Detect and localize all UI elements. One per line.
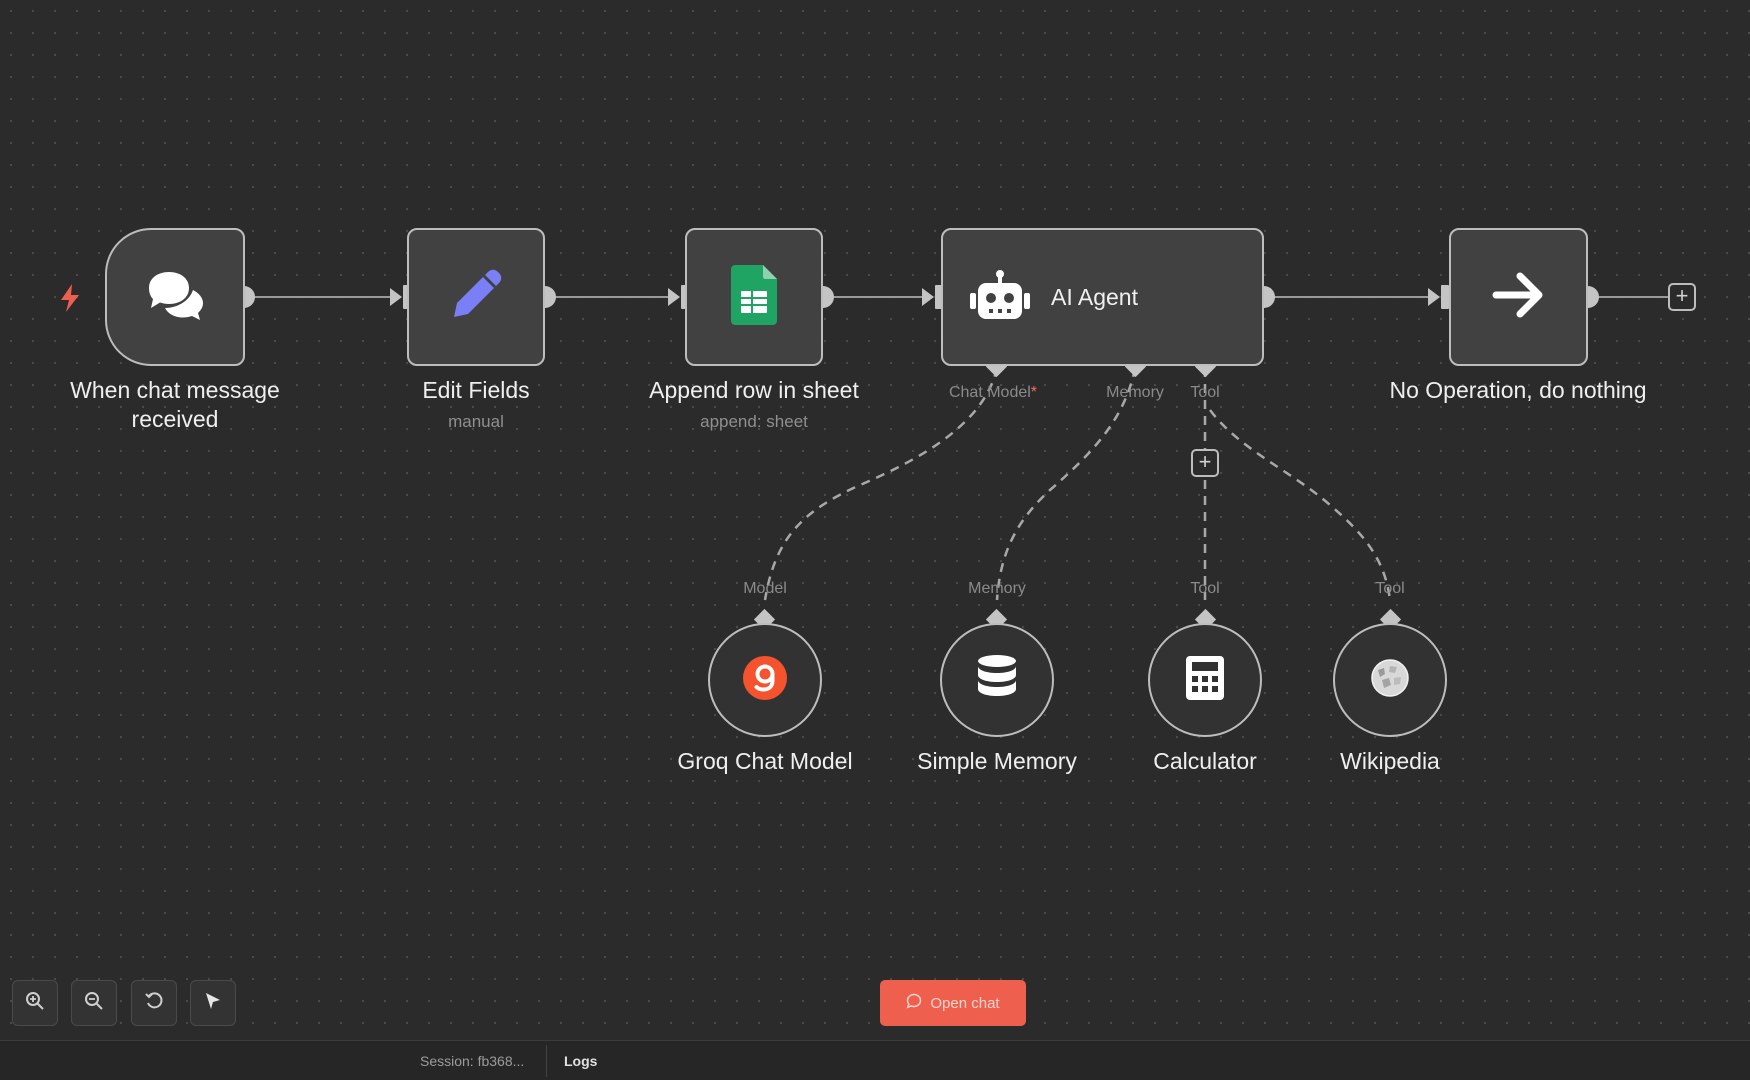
calculator-label: Calculator [1153,748,1257,774]
node-simple-memory[interactable] [940,623,1054,737]
session-id: Session: fb368... [420,1053,525,1069]
trigger-label: When chat message received [70,377,280,432]
groq-icon [741,654,789,707]
add-next-node-button[interactable]: + [1668,283,1696,311]
agent-port-memory[interactable]: Memory [1106,384,1164,402]
add-tool-button[interactable]: + [1191,449,1219,477]
pointer-tool-button[interactable] [190,980,236,1026]
node-calculator[interactable] [1148,623,1262,737]
memory-port-label: Memory [968,580,1026,597]
agent-port-tool[interactable]: Tool [1190,384,1219,402]
append-row-label: Append row in sheet [649,377,859,403]
chat-bubble-icon [906,993,922,1013]
zoom-out-button[interactable] [71,980,117,1026]
node-no-operation[interactable] [1449,228,1588,366]
logs-tab[interactable]: Logs [564,1053,597,1069]
node-when-chat-message-received[interactable] [105,228,245,366]
simple-memory-label: Simple Memory [917,748,1077,774]
bottom-status-bar: Session: fb368... Logs [0,1040,1750,1080]
workflow-canvas[interactable]: When chat message received Edit Fields m… [0,0,1750,1040]
lightning-icon [58,283,82,318]
chat-bubbles-icon [143,268,207,327]
calculator-port-label: Tool [1190,580,1220,597]
agent-port-chat-model[interactable]: Chat Model* [949,384,1037,402]
zoom-in-button[interactable] [12,980,58,1026]
database-icon [976,654,1018,707]
append-row-subtitle: append: sheet [700,412,808,431]
ai-agent-label: AI Agent [1051,283,1138,310]
no-operation-label: No Operation, do nothing [1389,377,1647,403]
zoom-in-icon [25,991,45,1016]
node-append-row-in-sheet[interactable] [685,228,823,366]
google-sheets-icon [731,264,777,330]
pointer-icon [203,991,223,1016]
connections-layer [233,285,1668,631]
groq-label: Groq Chat Model [677,748,853,774]
zoom-out-icon [84,991,104,1016]
arrow-right-icon [1492,270,1546,325]
pencil-icon [444,263,508,332]
node-groq-chat-model[interactable] [708,623,822,737]
calculator-icon [1185,655,1225,706]
edit-fields-label: Edit Fields [422,377,530,403]
statusbar-divider [546,1045,547,1077]
node-wikipedia[interactable] [1333,623,1447,737]
open-chat-label: Open chat [930,994,1000,1012]
open-chat-button[interactable]: Open chat [880,980,1026,1026]
groq-port-label: Model [743,580,787,597]
wikipedia-label: Wikipedia [1340,748,1440,774]
wikipedia-port-label: Tool [1375,580,1405,597]
edit-fields-subtitle: manual [448,412,504,431]
reset-zoom-button[interactable] [131,980,177,1026]
node-edit-fields[interactable] [407,228,545,366]
wikipedia-icon [1370,658,1410,703]
reset-zoom-icon [144,991,164,1016]
node-ai-agent[interactable]: AI Agent [941,228,1264,366]
robot-icon [969,269,1031,326]
